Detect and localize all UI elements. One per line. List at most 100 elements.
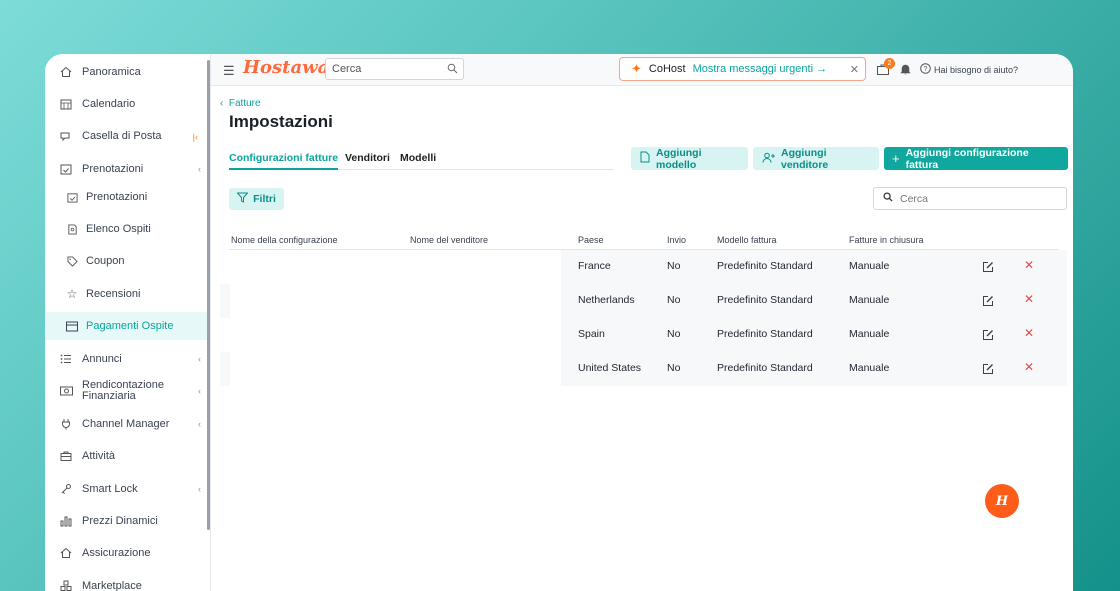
add-template-label: Aggiungi modello bbox=[656, 146, 702, 171]
money-icon bbox=[59, 384, 73, 398]
sidebar-item-rendicontazione[interactable]: Rendicontazione Finanziaria ‹ bbox=[45, 378, 207, 404]
sidebar-item-label: Pagamenti Ospite bbox=[86, 320, 174, 332]
filters-button[interactable]: Filtri bbox=[229, 188, 284, 210]
country-cell: Netherlands bbox=[578, 294, 635, 306]
cohost-name: CoHost bbox=[648, 63, 686, 75]
tab-configurazioni-fatture[interactable]: Configurazioni fatture bbox=[229, 152, 339, 170]
edit-icon[interactable] bbox=[982, 328, 994, 346]
briefcase-icon bbox=[59, 449, 73, 463]
delete-icon[interactable]: ✕ bbox=[1024, 258, 1034, 272]
search-icon bbox=[883, 192, 893, 205]
notification-count-badge: 2 bbox=[884, 58, 895, 69]
add-template-button[interactable]: Aggiungi modello bbox=[631, 146, 748, 171]
chevron-left-icon: ‹ bbox=[220, 98, 229, 109]
sidebar-item-marketplace[interactable]: Marketplace bbox=[45, 577, 207, 591]
sidebar-subitem-coupon[interactable]: Coupon bbox=[45, 252, 207, 270]
country-cell: United States bbox=[578, 362, 642, 374]
chevron-left-icon: ‹ bbox=[198, 354, 201, 364]
home-icon bbox=[59, 65, 73, 79]
add-vendor-button[interactable]: Aggiungi venditore bbox=[753, 146, 879, 171]
inbox-icon bbox=[59, 129, 73, 143]
sidebar-item-assicurazione[interactable]: Assicurazione bbox=[45, 544, 207, 562]
add-invoice-config-button[interactable]: + Aggiungi configurazione fattura bbox=[884, 146, 1068, 171]
sidebar-item-label: Assicurazione bbox=[82, 547, 151, 559]
help-link[interactable]: ? Hai bisogno di aiuto? bbox=[920, 63, 1018, 76]
sidebar-item-calendario[interactable]: Calendario bbox=[45, 95, 207, 113]
calendar-icon bbox=[59, 97, 73, 111]
add-config-label: Aggiungi configurazione fattura bbox=[905, 146, 1029, 171]
sidebar-subitem-pagamenti-ospite[interactable]: Pagamenti Ospite bbox=[45, 312, 207, 340]
plug-icon bbox=[59, 417, 73, 431]
send-cell: No bbox=[667, 260, 681, 272]
sidebar-item-smart-lock[interactable]: Smart Lock ‹ bbox=[45, 480, 207, 498]
sidebar-scrollbar[interactable] bbox=[207, 60, 210, 530]
filters-label: Filtri bbox=[253, 193, 276, 205]
app-window: Panoramica Calendario Casella di Posta |… bbox=[45, 54, 1073, 591]
sidebar-subitem-recensioni[interactable]: ☆ Recensioni bbox=[45, 285, 207, 303]
search-input[interactable]: Cerca bbox=[325, 58, 464, 80]
document-icon bbox=[640, 151, 650, 166]
support-chat-button[interactable]: H bbox=[985, 484, 1019, 518]
bar-chart-icon bbox=[59, 514, 73, 528]
chevron-left-icon: ‹ bbox=[198, 164, 201, 174]
template-cell: Predefinito Standard bbox=[717, 328, 813, 340]
sidebar-item-prezzi-dinamici[interactable]: Prezzi Dinamici bbox=[45, 512, 207, 530]
cohost-banner[interactable]: ✦ CoHost Mostra messaggi urgenti → ✕ bbox=[619, 57, 866, 81]
sidebar: Panoramica Calendario Casella di Posta |… bbox=[45, 54, 211, 591]
column-header: Paese bbox=[578, 235, 604, 245]
table-row[interactable]: Netherlands No Predefinito Standard Manu… bbox=[220, 284, 1067, 318]
delete-icon[interactable]: ✕ bbox=[1024, 292, 1034, 306]
sidebar-item-annunci[interactable]: Annunci ‹ bbox=[45, 350, 207, 368]
tab-venditori[interactable]: Venditori bbox=[345, 152, 390, 164]
delete-icon[interactable]: ✕ bbox=[1024, 326, 1034, 340]
menu-icon[interactable]: ☰ bbox=[223, 63, 235, 79]
collapse-handle[interactable]: |‹ bbox=[170, 123, 202, 150]
breadcrumb-label: Fatture bbox=[228, 98, 261, 109]
table-row[interactable]: United States No Predefinito Standard Ma… bbox=[220, 352, 1067, 386]
sidebar-item-label: Rendicontazione Finanziaria bbox=[82, 379, 164, 402]
column-header: Nome del venditore bbox=[410, 235, 489, 245]
sidebar-item-label: Prenotazioni bbox=[82, 163, 144, 175]
column-header: Modello fattura bbox=[717, 235, 777, 245]
closing-cell: Manuale bbox=[849, 260, 890, 272]
sidebar-item-channel-manager[interactable]: Channel Manager ‹ bbox=[45, 415, 207, 433]
send-cell: No bbox=[667, 328, 681, 340]
close-icon[interactable]: ✕ bbox=[850, 63, 859, 76]
document-icon bbox=[65, 222, 79, 236]
sidebar-item-prenotazioni[interactable]: Prenotazioni ‹ bbox=[45, 160, 207, 178]
table-search-input[interactable]: Cerca bbox=[873, 187, 1067, 210]
sidebar-item-label: Casella di Posta bbox=[82, 130, 162, 142]
home-shield-icon bbox=[59, 546, 73, 560]
sidebar-item-label: Elenco Ospiti bbox=[86, 223, 151, 235]
sidebar-subitem-elenco-ospiti[interactable]: Elenco Ospiti bbox=[45, 220, 207, 238]
sidebar-item-attivita[interactable]: Attività bbox=[45, 447, 207, 465]
tag-icon bbox=[65, 254, 79, 268]
sidebar-item-panoramica[interactable]: Panoramica bbox=[45, 63, 207, 81]
breadcrumb[interactable]: ‹ Fatture bbox=[220, 98, 261, 109]
grid-icon bbox=[59, 579, 73, 591]
table-row[interactable]: Spain No Predefinito Standard Manuale ✕ bbox=[220, 318, 1067, 352]
send-cell: No bbox=[667, 362, 681, 374]
send-cell: No bbox=[667, 294, 681, 306]
sidebar-item-label: Calendario bbox=[82, 98, 136, 110]
edit-icon[interactable] bbox=[982, 362, 994, 380]
edit-icon[interactable] bbox=[982, 294, 994, 312]
add-vendor-label: Aggiungi venditore bbox=[781, 146, 829, 171]
delete-icon[interactable]: ✕ bbox=[1024, 360, 1034, 374]
help-icon: ? bbox=[920, 63, 931, 76]
table-row[interactable]: France No Predefinito Standard Manuale ✕ bbox=[220, 250, 1067, 284]
sidebar-item-label: Prenotazioni bbox=[86, 191, 148, 203]
main-content: ‹ Fatture Impostazioni Configurazioni fa… bbox=[211, 86, 1073, 591]
sidebar-item-label: Annunci bbox=[82, 353, 122, 365]
sidebar-subitem-prenotazioni[interactable]: Prenotazioni bbox=[45, 188, 207, 206]
credit-card-icon bbox=[65, 319, 79, 333]
closing-cell: Manuale bbox=[849, 362, 890, 374]
edit-icon[interactable] bbox=[982, 260, 994, 278]
background-frame: Panoramica Calendario Casella di Posta |… bbox=[0, 0, 1120, 591]
cohost-urgent-link[interactable]: Mostra messaggi urgenti → bbox=[693, 63, 828, 75]
closing-cell: Manuale bbox=[849, 294, 890, 306]
tab-modelli[interactable]: Modelli bbox=[400, 152, 436, 164]
column-header: Invio bbox=[667, 235, 687, 245]
template-cell: Predefinito Standard bbox=[717, 260, 813, 272]
bell-icon[interactable] bbox=[900, 62, 911, 80]
